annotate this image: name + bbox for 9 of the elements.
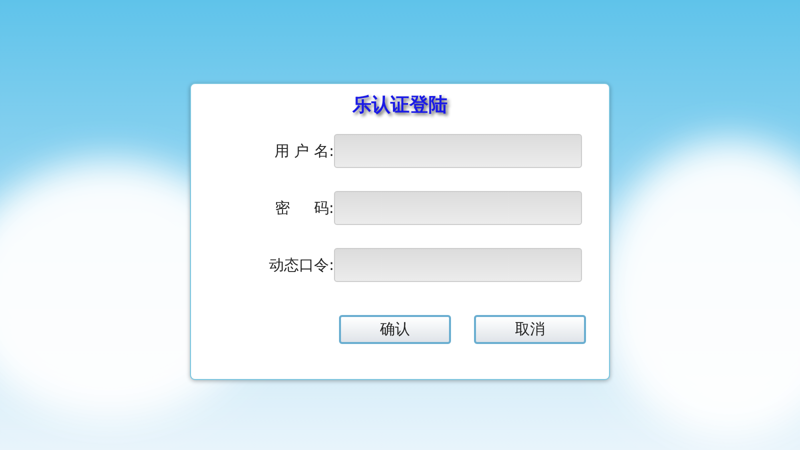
input-field[interactable] xyxy=(334,134,582,168)
dialog-title: 乐认证登陆 xyxy=(352,93,448,118)
field-label: 密 码: xyxy=(274,198,334,218)
input-field[interactable] xyxy=(334,191,582,225)
confirm-button[interactable]: 确认 xyxy=(339,315,451,344)
cancel-button[interactable]: 取消 xyxy=(474,315,586,344)
input-field[interactable] xyxy=(334,248,582,282)
field-label: 动态口令: xyxy=(268,256,334,274)
field-label: 用 户 名: xyxy=(273,142,334,160)
